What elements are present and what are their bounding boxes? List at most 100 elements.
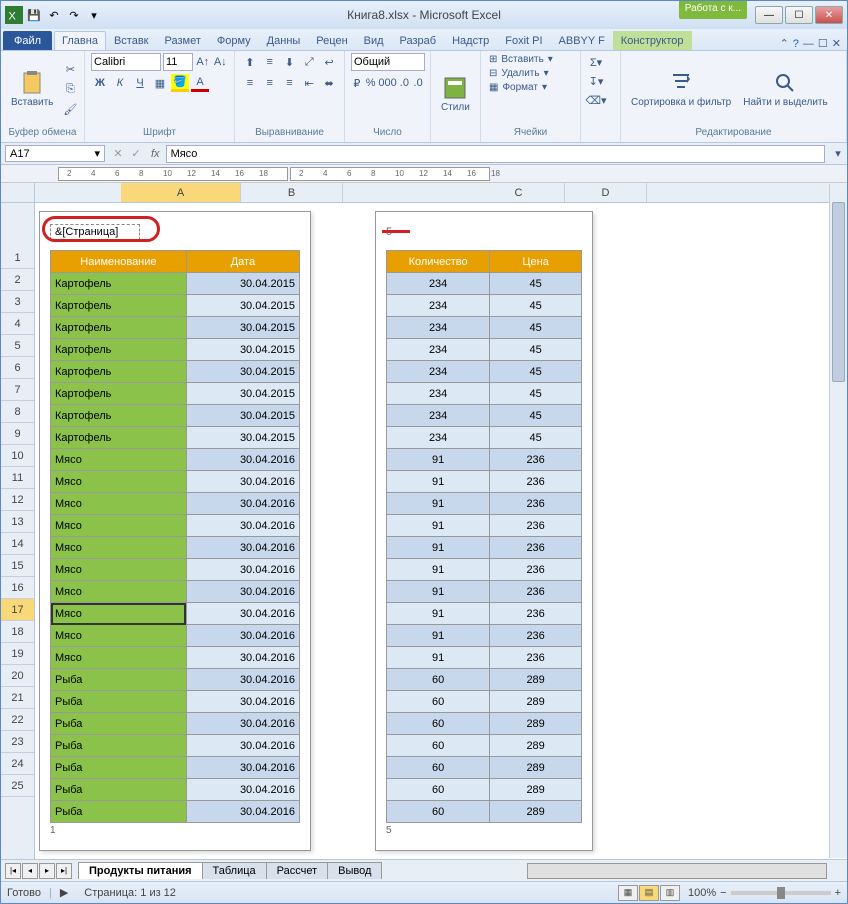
row-header-7[interactable]: 7 (1, 379, 34, 401)
cell-price[interactable]: 45 (490, 295, 582, 317)
cell-name[interactable]: Мясо (51, 581, 187, 603)
cell-price[interactable]: 289 (490, 779, 582, 801)
cell-name[interactable]: Картофель (51, 427, 187, 449)
cell-qty[interactable]: 234 (387, 383, 490, 405)
cell-date[interactable]: 30.04.2015 (186, 295, 299, 317)
find-select-button[interactable]: Найти и выделить (739, 69, 831, 110)
data-table-left[interactable]: НаименованиеДатаКартофель30.04.2015Карто… (50, 250, 300, 823)
cell-qty[interactable]: 91 (387, 537, 490, 559)
view-normal-icon[interactable]: ▦ (618, 885, 638, 901)
row-header-1[interactable]: 1 (1, 247, 34, 269)
cell-name[interactable]: Мясо (51, 537, 187, 559)
cell-date[interactable]: 30.04.2015 (186, 317, 299, 339)
row-header-21[interactable]: 21 (1, 687, 34, 709)
col-header-B[interactable]: B (241, 183, 343, 202)
cell-name[interactable]: Рыба (51, 713, 187, 735)
cell-price[interactable]: 45 (490, 383, 582, 405)
cell-price[interactable]: 45 (490, 273, 582, 295)
row-header-6[interactable]: 6 (1, 357, 34, 379)
currency-icon[interactable]: ₽ (351, 74, 363, 92)
cell-price[interactable]: 289 (490, 735, 582, 757)
italic-icon[interactable]: К (111, 74, 129, 92)
col-header-D[interactable]: D (565, 183, 647, 202)
cell-date[interactable]: 30.04.2016 (186, 559, 299, 581)
cell-date[interactable]: 30.04.2016 (186, 471, 299, 493)
cell-qty[interactable]: 91 (387, 625, 490, 647)
cell-name[interactable]: Рыба (51, 669, 187, 691)
cell-price[interactable]: 289 (490, 801, 582, 823)
sheet-tab-2[interactable]: Рассчет (266, 862, 329, 879)
cell-qty[interactable]: 234 (387, 339, 490, 361)
align-bottom-icon[interactable]: ⬇ (281, 53, 299, 71)
row-header-4[interactable]: 4 (1, 313, 34, 335)
inc-decimal-icon[interactable]: .0 (399, 74, 411, 92)
ribbon-minimize-icon[interactable]: ⌃ (780, 37, 789, 50)
cell-name[interactable]: Мясо (51, 449, 187, 471)
cell-price[interactable]: 45 (490, 317, 582, 339)
tab-надстр[interactable]: Надстр (444, 31, 497, 50)
fill-color-icon[interactable]: 🪣 (171, 74, 189, 92)
row-header-13[interactable]: 13 (1, 511, 34, 533)
cell-qty[interactable]: 234 (387, 273, 490, 295)
cell-qty[interactable]: 60 (387, 669, 490, 691)
format-painter-icon[interactable]: 🖌 (61, 100, 79, 118)
data-table-right[interactable]: КоличествоЦена23445234452344523445234452… (386, 250, 582, 823)
cell-date[interactable]: 30.04.2015 (186, 405, 299, 427)
cell-date[interactable]: 30.04.2016 (186, 801, 299, 823)
minimize-button[interactable]: — (755, 6, 783, 24)
row-header-5[interactable]: 5 (1, 335, 34, 357)
sheet-first-icon[interactable]: |◂ (5, 863, 21, 879)
cell-qty[interactable]: 60 (387, 779, 490, 801)
cell-date[interactable]: 30.04.2016 (186, 647, 299, 669)
cell-name[interactable]: Рыба (51, 779, 187, 801)
save-icon[interactable]: 💾 (25, 6, 43, 24)
row-header-20[interactable]: 20 (1, 665, 34, 687)
tab-abbyy f[interactable]: ABBYY F (551, 31, 613, 50)
align-top-icon[interactable]: ⬆ (241, 53, 259, 71)
styles-button[interactable]: Стили (437, 74, 474, 115)
cell-date[interactable]: 30.04.2015 (186, 383, 299, 405)
redo-icon[interactable]: ↷ (65, 6, 83, 24)
cell-price[interactable]: 45 (490, 427, 582, 449)
cell-price[interactable]: 289 (490, 757, 582, 779)
cell-date[interactable]: 30.04.2016 (186, 669, 299, 691)
doc-minimize-icon[interactable]: — (803, 38, 814, 50)
row-header-14[interactable]: 14 (1, 533, 34, 555)
paste-button[interactable]: Вставить (7, 69, 57, 110)
cell-price[interactable]: 45 (490, 339, 582, 361)
delete-cells-button[interactable]: ⊟Удалить▾ (487, 67, 574, 80)
row-header-2[interactable]: 2 (1, 269, 34, 291)
cell-price[interactable]: 289 (490, 691, 582, 713)
cell-name[interactable]: Картофель (51, 295, 187, 317)
vertical-scrollbar[interactable] (829, 184, 847, 858)
cell-price[interactable]: 236 (490, 493, 582, 515)
indent-dec-icon[interactable]: ⇤ (300, 74, 318, 92)
cell-name[interactable]: Рыба (51, 757, 187, 779)
cell-price[interactable]: 289 (490, 713, 582, 735)
cancel-formula-icon[interactable]: ✕ (109, 145, 127, 163)
tab-foxit pi[interactable]: Foxit PI (497, 31, 550, 50)
grow-font-icon[interactable]: A↑ (195, 53, 211, 71)
cell-qty[interactable]: 91 (387, 603, 490, 625)
tab-вставк[interactable]: Вставк (106, 31, 157, 50)
cell-name[interactable]: Мясо (51, 471, 187, 493)
cell-date[interactable]: 30.04.2016 (186, 493, 299, 515)
cell-name[interactable]: Мясо (51, 559, 187, 581)
font-name-combo[interactable] (91, 53, 161, 71)
cell-date[interactable]: 30.04.2015 (186, 361, 299, 383)
cell-price[interactable]: 236 (490, 603, 582, 625)
cell-qty[interactable]: 91 (387, 515, 490, 537)
sheet-last-icon[interactable]: ▸| (56, 863, 72, 879)
border-icon[interactable]: ▦ (151, 74, 169, 92)
horizontal-scrollbar[interactable] (527, 863, 827, 879)
cell-date[interactable]: 30.04.2015 (186, 273, 299, 295)
orientation-icon[interactable]: ⤢ (300, 53, 318, 71)
align-center-icon[interactable]: ≡ (261, 74, 279, 92)
enter-formula-icon[interactable]: ✓ (127, 145, 145, 163)
view-pagebreak-icon[interactable]: ▥ (660, 885, 680, 901)
underline-icon[interactable]: Ч (131, 74, 149, 92)
align-right-icon[interactable]: ≡ (281, 74, 299, 92)
cell-date[interactable]: 30.04.2016 (186, 779, 299, 801)
cell-date[interactable]: 30.04.2016 (186, 735, 299, 757)
cell-date[interactable]: 30.04.2016 (186, 449, 299, 471)
